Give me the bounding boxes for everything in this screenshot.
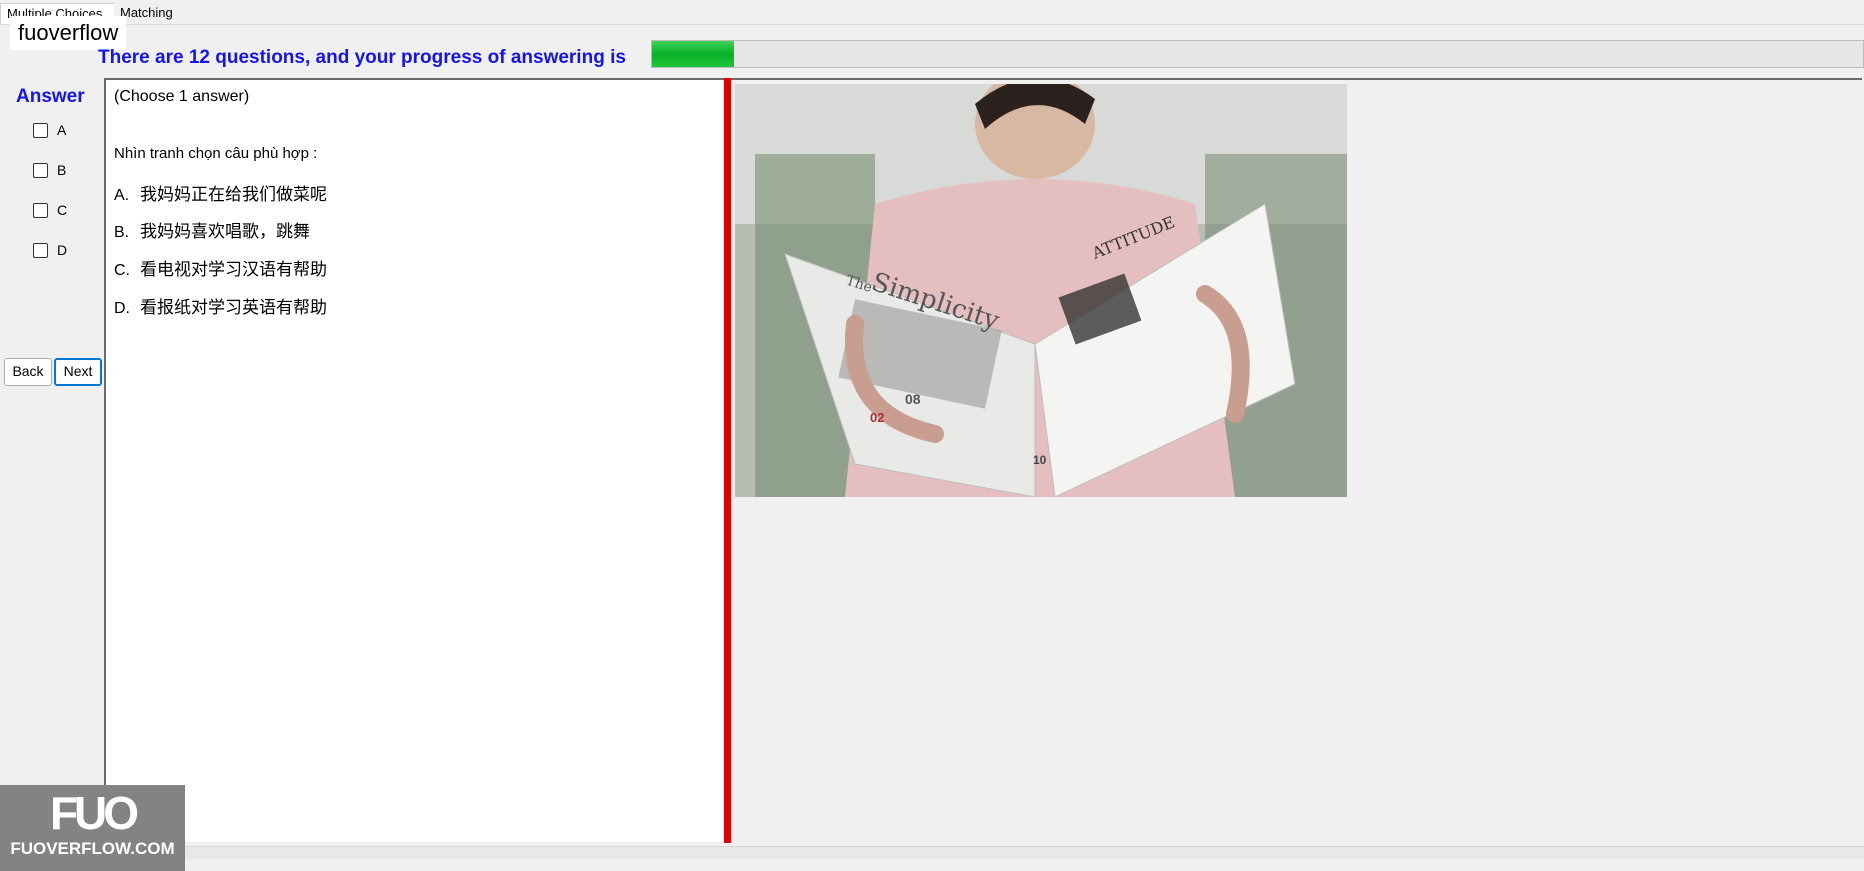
question-instruction: (Choose 1 answer) (114, 88, 250, 105)
logo-text: FUOVERFLOW.COM (10, 839, 175, 858)
fuoverflow-logo: FUO FUOVERFLOW.COM (0, 785, 185, 871)
question-option-letter: D. (114, 300, 130, 317)
checkbox[interactable] (33, 242, 48, 258)
back-button[interactable]: Back (4, 358, 52, 386)
question-option-text: 我妈妈正在给我们做菜呢 (140, 185, 327, 205)
logo-mark: FUO (49, 787, 139, 839)
question-option-a: A. 我妈妈正在给我们做菜呢 (114, 180, 327, 205)
progress-bar (651, 40, 1864, 68)
question-option-c: C. 看电视对学习汉语有帮助 (114, 255, 327, 280)
tab-matching[interactable]: Matching (114, 3, 196, 23)
question-option-d: D. 看报纸对学习英语有帮助 (114, 293, 327, 318)
question-panel: (Choose 1 answer) Nhìn tranh chọn câu ph… (104, 78, 726, 842)
progress-bar-fill (652, 41, 735, 67)
question-option-text: 看电视对学习汉语有帮助 (140, 260, 327, 280)
question-prompt: Nhìn tranh chọn câu phù hợp : (114, 145, 318, 162)
question-option-text: 我妈妈喜欢唱歌，跳舞 (140, 222, 310, 242)
magazine-page-number: 08 (905, 391, 921, 407)
image-panel: The Simplicity ATTITUDE 08 02 10 (731, 78, 1862, 842)
checkbox[interactable] (33, 122, 48, 138)
answer-option-label: D (57, 242, 68, 258)
question-option-letter: A. (114, 187, 130, 204)
question-option-text: 看报纸对学习英语有帮助 (140, 298, 327, 318)
question-option-letter: B. (114, 224, 130, 241)
magazine-page-number: 02 (870, 410, 884, 425)
answer-option-b[interactable]: B (33, 162, 66, 178)
magazine-page-number: 10 (1033, 453, 1047, 467)
answer-option-c[interactable]: C (33, 202, 67, 218)
tab-strip: Multiple Choices Matching (0, 0, 1864, 25)
question-option-letter: C. (114, 262, 130, 279)
next-button[interactable]: Next (54, 358, 102, 386)
photo-illustration: The Simplicity ATTITUDE 08 02 10 (735, 84, 1347, 497)
horizontal-scrollbar[interactable] (185, 846, 1864, 859)
checkbox[interactable] (33, 202, 48, 218)
answer-option-a[interactable]: A (33, 122, 66, 138)
answer-option-label: B (57, 162, 67, 178)
answer-option-label: C (57, 202, 68, 218)
checkbox[interactable] (33, 162, 48, 178)
question-image: The Simplicity ATTITUDE 08 02 10 (735, 84, 1347, 497)
answer-title: Answer (16, 86, 85, 107)
answer-option-label: A (57, 122, 67, 138)
question-option-b: B. 我妈妈喜欢唱歌，跳舞 (114, 217, 310, 242)
watermark-label: fuoverflow (10, 16, 127, 50)
progress-text: There are 12 questions, and your progres… (98, 47, 626, 68)
splitter[interactable] (724, 78, 731, 843)
answer-option-d[interactable]: D (33, 242, 67, 258)
